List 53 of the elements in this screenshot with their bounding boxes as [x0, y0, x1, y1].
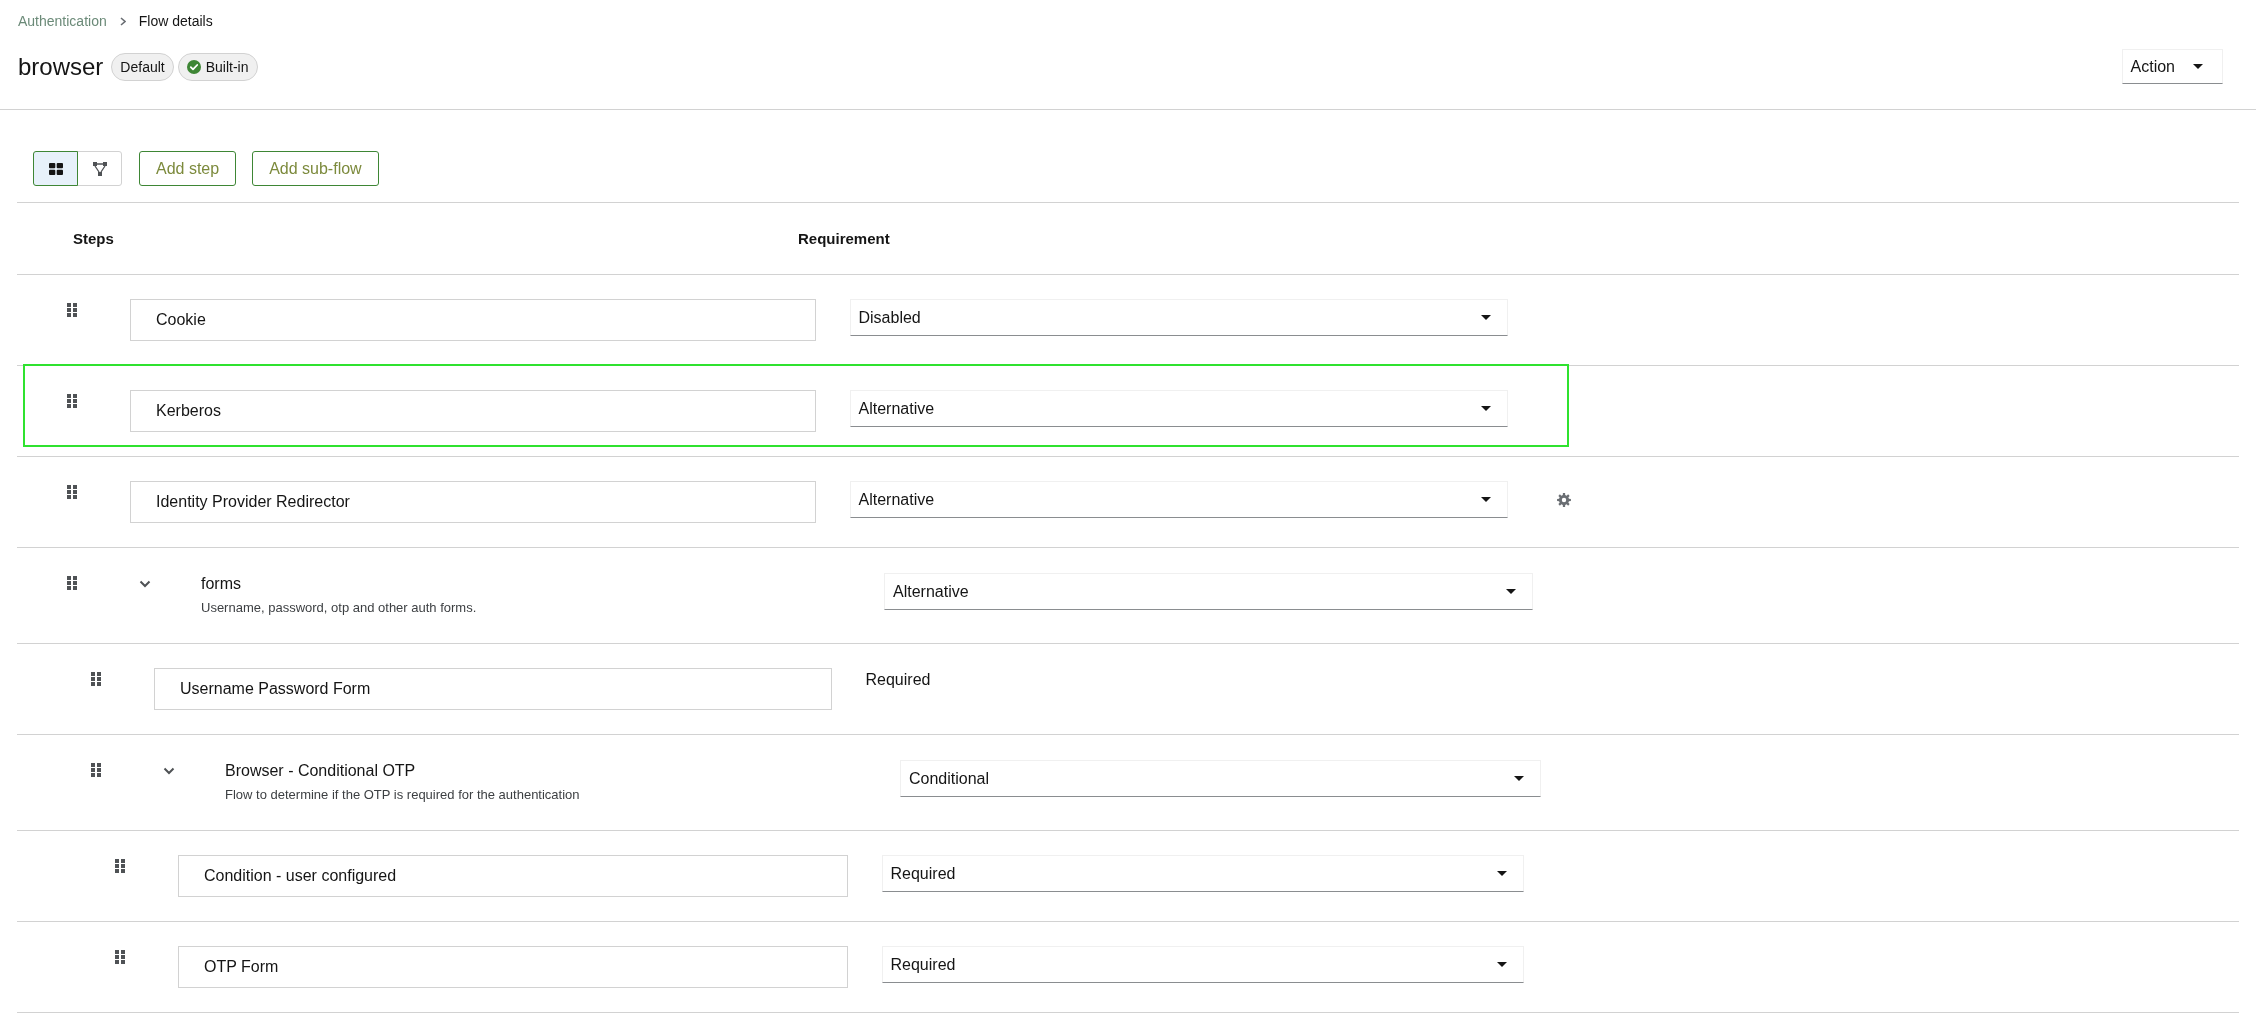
drag-handle-icon[interactable] — [67, 485, 77, 499]
requirement-select[interactable]: Required — [881, 946, 1524, 983]
toolbar-button[interactable]: Add sub-flow — [252, 151, 379, 186]
column-header: Requirement — [798, 230, 890, 247]
chevron-down-icon[interactable] — [139, 580, 151, 588]
step-name-field[interactable]: Kerberos — [130, 390, 816, 432]
check-circle-icon — [186, 59, 201, 74]
caret-icon — [1481, 315, 1491, 320]
drag-handle-icon[interactable] — [67, 394, 77, 408]
chevron-down-icon[interactable] — [163, 767, 175, 775]
table-icon — [48, 162, 63, 175]
caret-icon — [1481, 497, 1491, 502]
flow-badge: Built-in — [177, 52, 258, 81]
step-name-field[interactable]: Username Password Form — [154, 668, 832, 710]
requirement-select[interactable]: Alternative — [884, 573, 1533, 610]
page-title: browser — [18, 52, 104, 82]
flow-description: Username, password, otp and other auth forms. — [201, 599, 477, 617]
table-view-toggle[interactable] — [33, 151, 78, 186]
action-dropdown[interactable]: Action — [2121, 49, 2223, 84]
drag-handle-icon[interactable] — [67, 576, 77, 590]
requirement-select[interactable]: Alternative — [849, 390, 1508, 427]
requirement-select[interactable]: Alternative — [849, 481, 1508, 518]
caret-icon — [1514, 776, 1524, 781]
flow-description: Flow to determine if the OTP is required for the authentication — [225, 786, 580, 804]
column-header: Steps — [73, 230, 115, 247]
drag-handle-icon[interactable] — [91, 763, 101, 777]
toolbar-button[interactable]: Add step — [139, 151, 237, 186]
chevron-right-icon — [119, 16, 126, 26]
flow-title: Browser - Conditional OTP — [225, 761, 416, 781]
requirement-select[interactable]: Required — [881, 855, 1524, 892]
caret-icon — [2193, 64, 2203, 69]
diagram-icon — [92, 161, 107, 176]
step-name-field[interactable]: Cookie — [130, 299, 816, 341]
flow-title: forms — [201, 574, 241, 594]
caret-icon — [1481, 406, 1491, 411]
breadcrumb-link[interactable]: Authentication — [18, 12, 107, 30]
step-name-field[interactable]: Identity Provider Redirector — [130, 481, 816, 523]
drag-handle-icon[interactable] — [115, 950, 125, 964]
drag-handle-icon[interactable] — [115, 859, 125, 873]
requirement-text: Required — [865, 670, 931, 690]
caret-icon — [1497, 962, 1507, 967]
flow-badge: Default — [111, 52, 174, 81]
requirement-select[interactable]: Disabled — [849, 299, 1508, 336]
step-name-field[interactable]: Condition - user configured — [178, 855, 848, 897]
step-name-field[interactable]: OTP Form — [178, 946, 848, 988]
caret-icon — [1506, 589, 1516, 594]
diagram-view-toggle[interactable] — [77, 151, 122, 186]
drag-handle-icon[interactable] — [91, 672, 101, 686]
settings-icon[interactable] — [1557, 492, 1571, 507]
breadcrumb-current: Flow details — [138, 12, 213, 30]
drag-handle-icon[interactable] — [67, 303, 77, 317]
caret-icon — [1497, 871, 1507, 876]
requirement-select[interactable]: Conditional — [900, 760, 1541, 797]
